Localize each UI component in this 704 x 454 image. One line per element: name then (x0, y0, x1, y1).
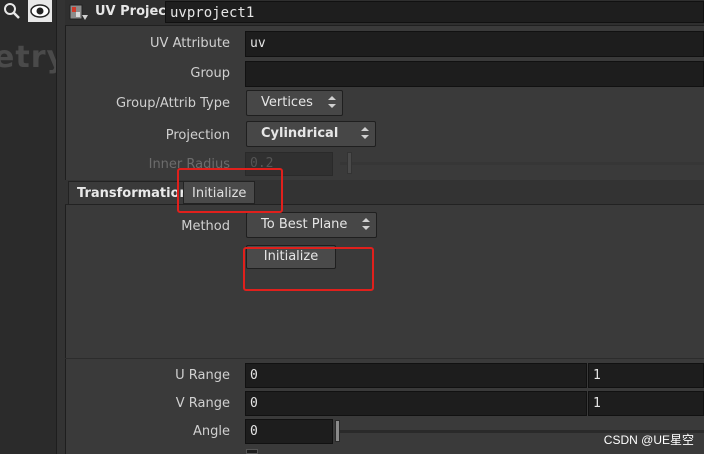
v-range-min-field[interactable]: 0 (245, 391, 587, 416)
search-icon[interactable] (0, 0, 24, 22)
updown-arrow-icon (361, 127, 369, 139)
group-attrib-type-menu[interactable]: Vertices (246, 90, 343, 116)
v-range-label: V Range (175, 396, 230, 411)
inner-radius-slider-handle[interactable] (347, 152, 352, 174)
updown-arrow-icon (362, 218, 370, 230)
inner-radius-slider-track[interactable] (340, 162, 704, 165)
u-range-label: U Range (175, 368, 230, 383)
group-field[interactable] (245, 61, 704, 87)
u-range-max-field[interactable]: 1 (588, 363, 704, 388)
node-name-field[interactable]: uvproject1 (165, 1, 704, 23)
v-range-max-field[interactable]: 1 (588, 391, 704, 416)
u-range-min-field[interactable]: 0 (245, 363, 587, 388)
tab-initialize[interactable]: Initialize (183, 181, 256, 204)
uv-attribute-field[interactable]: uv (245, 31, 704, 57)
updown-arrow-icon (328, 96, 336, 108)
eye-icon[interactable] (28, 0, 52, 22)
uv-attribute-label: UV Attribute (150, 36, 230, 51)
tab-transformation[interactable]: Transformation (68, 181, 198, 204)
method-value: To Best Plane (261, 217, 348, 232)
initialize-button[interactable]: Initialize (246, 245, 336, 269)
group-attrib-type-value: Vertices (261, 95, 313, 110)
method-menu[interactable]: To Best Plane (246, 212, 377, 238)
projection-value: Cylindrical (261, 126, 339, 141)
node-type-label: UV Project (95, 4, 173, 19)
method-label: Method (181, 219, 230, 234)
projection-menu[interactable]: Cylindrical (246, 121, 376, 147)
inner-radius-label: Inner Radius (148, 157, 230, 172)
group-attrib-type-label: Group/Attrib Type (115, 96, 230, 111)
watermark-text: CSDN @UE星空 (603, 433, 694, 447)
projection-label: Projection (165, 128, 230, 143)
group-label: Group (190, 66, 230, 81)
angle-field[interactable]: 0 (245, 419, 333, 444)
section-divider (65, 358, 704, 359)
network-pane: etry (0, 0, 66, 454)
angle-slider-handle[interactable] (335, 420, 340, 442)
inner-radius-field[interactable]: 0.2 (245, 152, 333, 176)
uv-project-node-icon (68, 3, 90, 23)
angle-label: Angle (193, 424, 230, 439)
checkbox[interactable] (246, 449, 258, 454)
